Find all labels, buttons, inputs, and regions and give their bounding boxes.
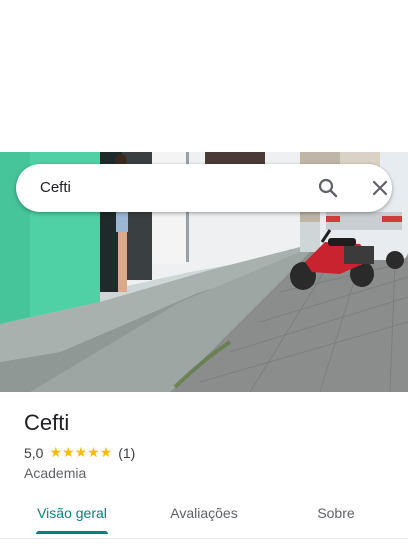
stars-icon: ★★★★★ <box>49 445 113 461</box>
map-blank-area <box>0 0 408 152</box>
star-rating-icons: ★★★★★ <box>49 446 113 460</box>
search-bar[interactable]: Cefti <box>16 164 392 212</box>
review-count[interactable]: (1) <box>118 445 135 461</box>
search-icon[interactable] <box>316 176 340 200</box>
place-category[interactable]: Academia <box>24 465 86 481</box>
close-icon[interactable] <box>368 176 392 200</box>
rating-value: 5,0 <box>24 445 44 461</box>
active-tab-indicator <box>36 531 108 534</box>
tab-about[interactable]: Sobre <box>284 496 388 536</box>
tabs-divider <box>0 538 408 539</box>
tab-reviews[interactable]: Avaliações <box>152 496 256 536</box>
place-name: Cefti <box>24 410 70 435</box>
rating-row[interactable]: 5,0 ★★★★★ (1) <box>24 444 135 462</box>
tab-overview[interactable]: Visão geral <box>20 496 124 536</box>
search-input[interactable]: Cefti <box>40 164 71 212</box>
place-tabs: Visão geral Avaliações Sobre <box>0 496 408 536</box>
